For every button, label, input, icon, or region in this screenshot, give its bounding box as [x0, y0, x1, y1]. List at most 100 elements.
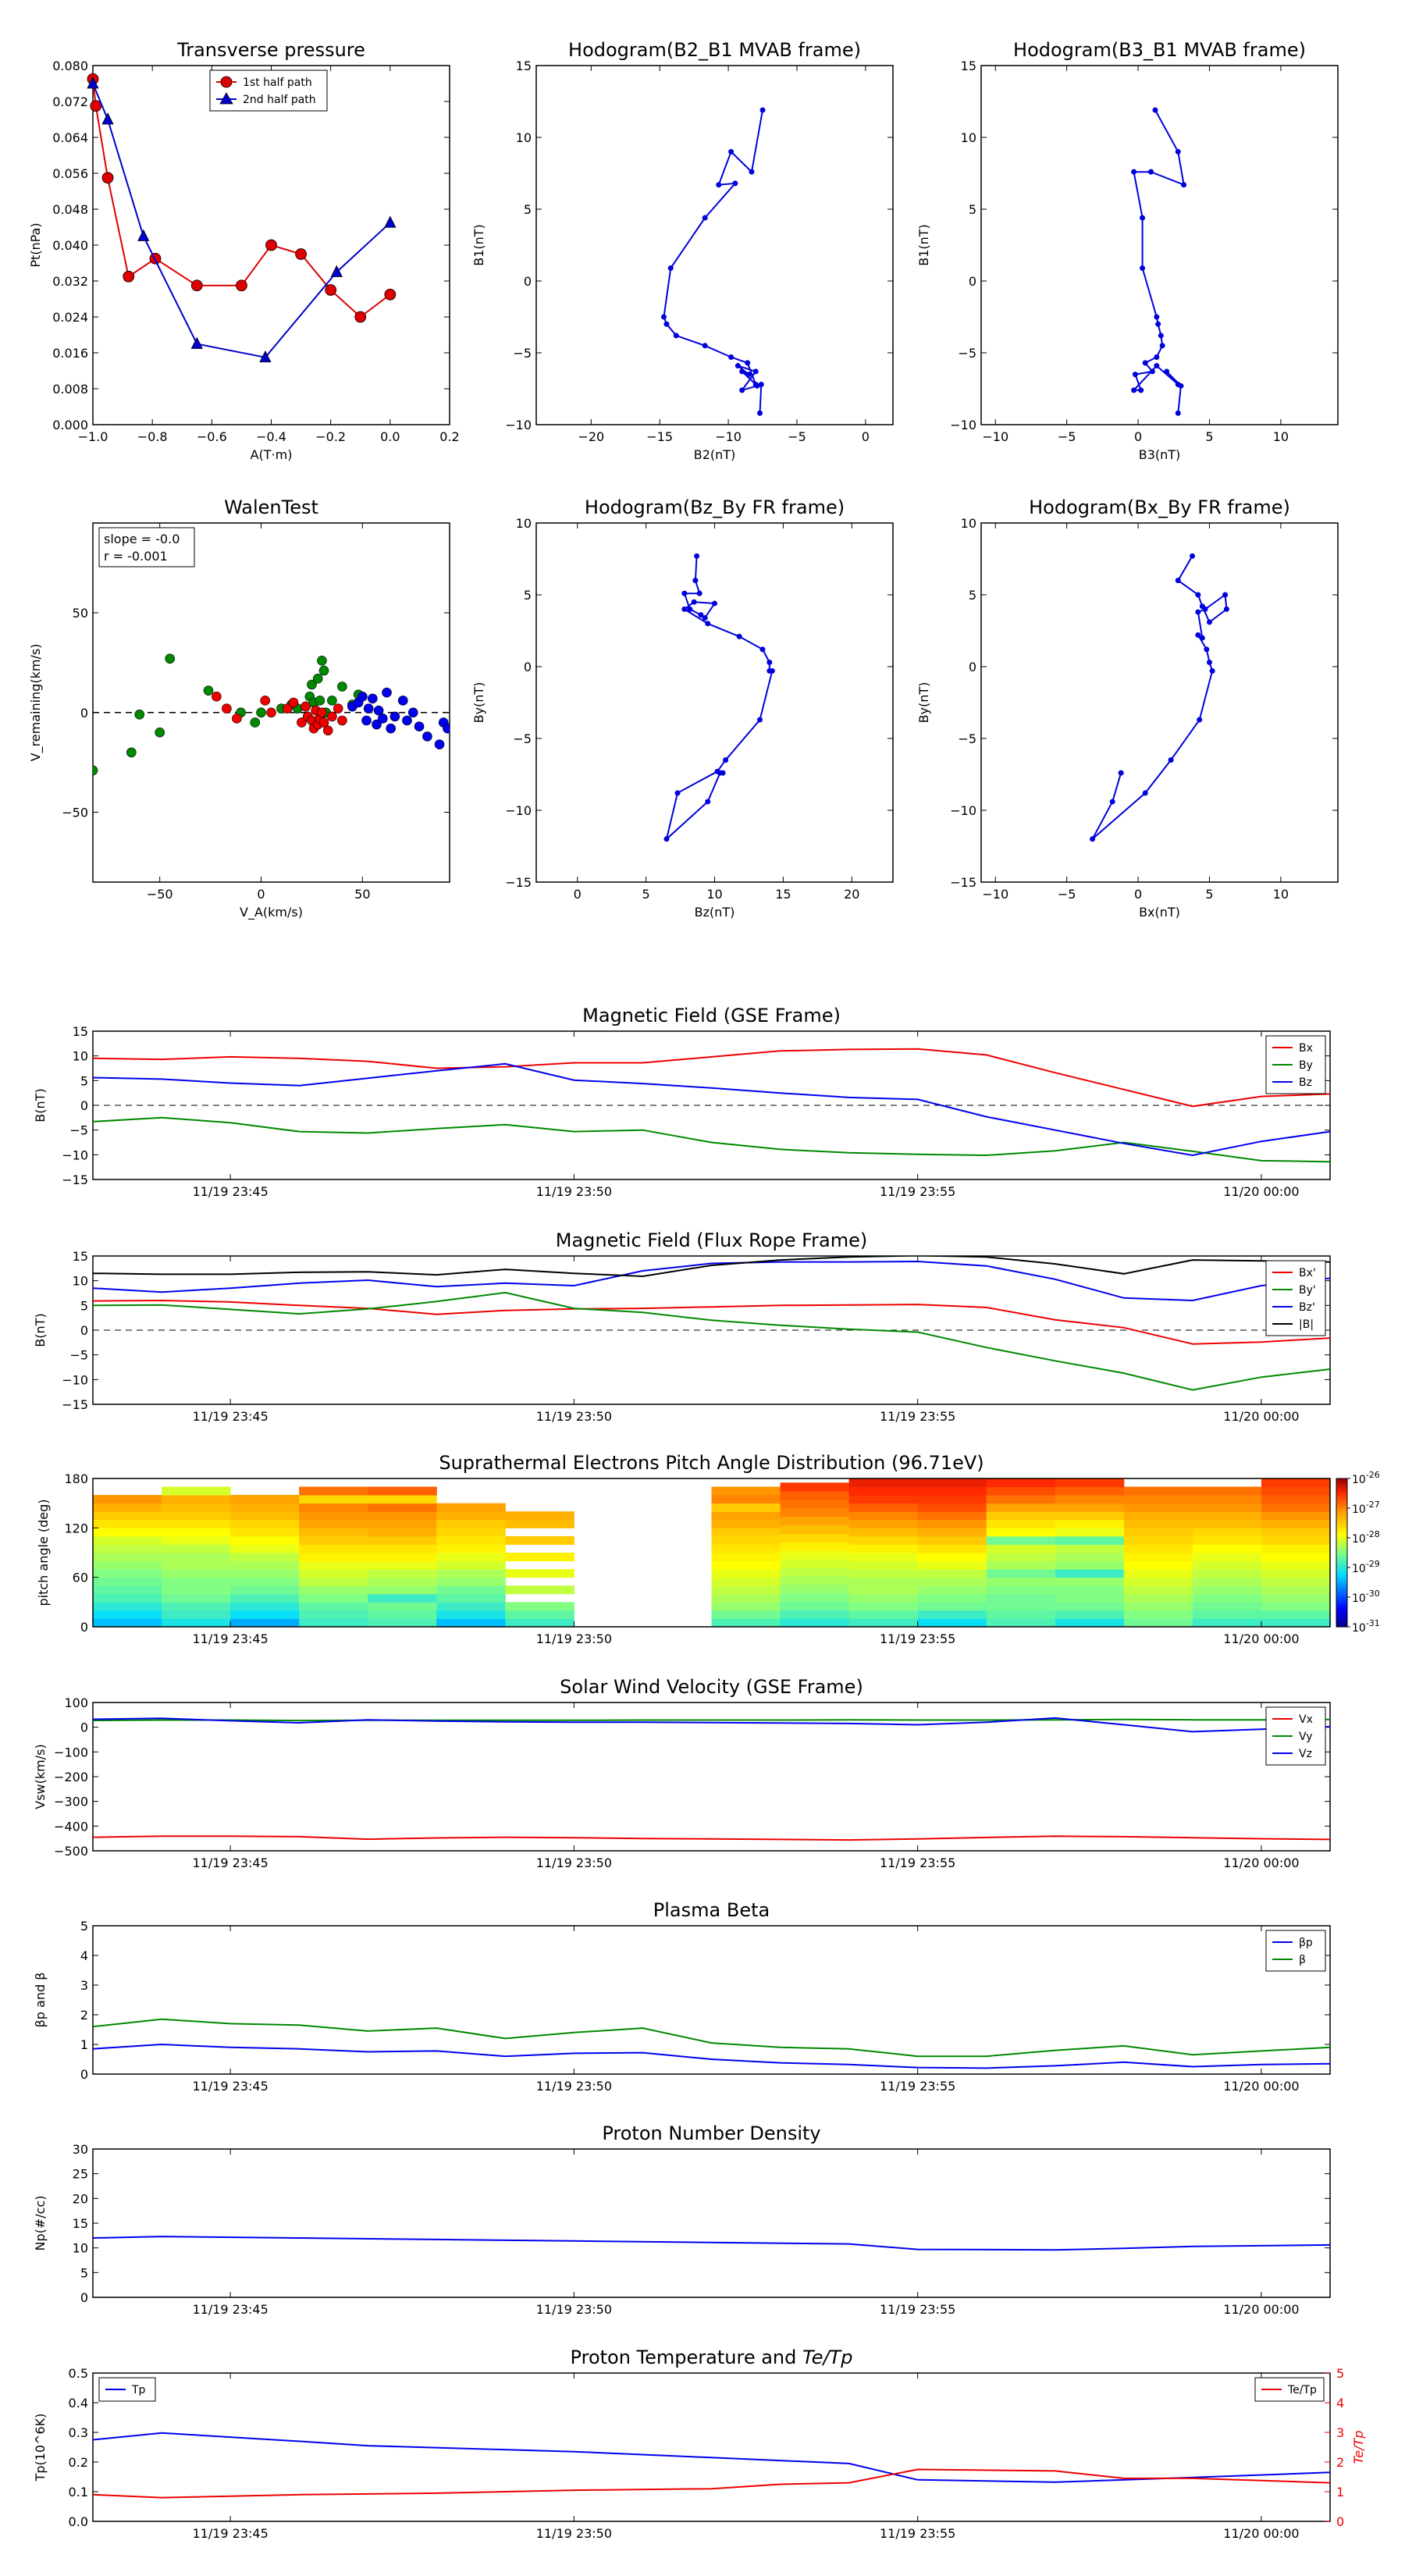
heatmap-cell	[986, 1602, 1056, 1611]
axes-frame	[92, 2148, 1331, 2298]
heatmap-cell	[1055, 1486, 1125, 1496]
heatmap-cell	[917, 1569, 987, 1578]
x-tick-label: 5	[1205, 429, 1213, 444]
heatmap-cell	[1192, 1593, 1262, 1603]
data-point	[1178, 382, 1184, 389]
data-point	[663, 321, 670, 327]
heatmap-cell	[917, 1610, 987, 1619]
heatmap-cell	[436, 1511, 506, 1521]
chart-title: Suprathermal Electrons Pitch Angle Distr…	[439, 1452, 984, 1474]
heatmap-cell	[162, 1569, 231, 1578]
data-point	[288, 697, 299, 708]
y-tick-label: 0	[80, 1720, 88, 1735]
heatmap-cell	[162, 1544, 231, 1553]
x-tick-label: 11/20 00:00	[1223, 2079, 1299, 2094]
series-line-data	[93, 2236, 1330, 2251]
legend-label: Bx'	[1299, 1267, 1316, 1279]
heatmap-cell	[93, 1553, 162, 1562]
heatmap-cell	[780, 1550, 850, 1560]
y-tick-label: 25	[73, 2167, 88, 2182]
heatmap-cell	[299, 1569, 368, 1578]
data-point	[295, 248, 307, 260]
x-axis-label: B3(nT)	[1139, 447, 1181, 462]
data-point	[260, 696, 271, 706]
axes-frame	[92, 2372, 1331, 2522]
chart-title: Hodogram(B2_B1 MVAB frame)	[568, 39, 861, 61]
legend-label: Bz	[1299, 1076, 1312, 1089]
x-axis-label: Bx(nT)	[1139, 905, 1180, 920]
x-axis-label: A(T·m)	[251, 447, 293, 462]
axes-frame	[535, 522, 894, 883]
figure: −1.0 −0.8 −0.6 −0.4 −0.2 0.0 0.20.0000.0080.01…	[28, 39, 1380, 2541]
y-tick-label: 2	[80, 2008, 88, 2023]
data-point	[1154, 363, 1160, 369]
annotation-text: r = -0.001	[104, 549, 168, 564]
axes-frame	[92, 1702, 1331, 1852]
heatmap-cell	[436, 1593, 506, 1603]
data-point	[190, 336, 203, 349]
chart-title: Magnetic Field (Flux Rope Frame)	[556, 1229, 867, 1251]
y-tick-label: 0	[80, 1620, 88, 1635]
data-point	[1118, 770, 1124, 776]
x-tick-label: −5	[1058, 429, 1076, 444]
heatmap-cell	[1261, 1519, 1330, 1528]
data-point	[402, 715, 412, 726]
y-axis-label: pitch angle (deg)	[36, 1499, 51, 1606]
heatmap-cell	[93, 1503, 162, 1512]
y-tick-label: 0.5	[69, 2366, 88, 2381]
data-point	[681, 590, 688, 596]
data-point	[732, 180, 738, 187]
y-tick-label: 0.0	[69, 2514, 88, 2529]
data-point	[1140, 215, 1146, 221]
heatmap-cell	[1261, 1478, 1330, 1488]
legend-label: βp	[1299, 1937, 1313, 1949]
heatmap-cell	[1192, 1618, 1262, 1627]
data-point	[1152, 107, 1158, 113]
heatmap-cell	[711, 1560, 781, 1570]
heatmap-cell	[93, 1519, 162, 1528]
axes-frame	[980, 522, 1339, 883]
heatmap-cell	[1261, 1618, 1330, 1627]
data-point	[137, 229, 150, 241]
x-tick-label: 11/19 23:55	[880, 1856, 955, 1870]
heatmap-cell	[1055, 1569, 1125, 1578]
heatmap-cell	[299, 1528, 368, 1537]
heatmap-cell	[986, 1486, 1056, 1496]
heatmap-cell	[1123, 1486, 1193, 1496]
y-tick-label: −5	[69, 1123, 88, 1138]
heatmap-cell	[93, 1560, 162, 1570]
y-tick-label: 0.024	[52, 310, 88, 325]
heatmap-cell	[1055, 1618, 1125, 1627]
heatmap-cell	[1055, 1478, 1125, 1488]
heatmap-cell	[368, 1560, 437, 1570]
heatmap-cell	[299, 1511, 368, 1521]
y-tick-label: −10	[950, 418, 976, 432]
chart-title: Transverse pressure	[176, 39, 365, 61]
data-point	[1195, 592, 1201, 598]
legend-label: By	[1299, 1059, 1313, 1072]
data-point	[407, 707, 418, 718]
y-tick-label: −15	[62, 1172, 88, 1187]
heatmap-cell	[436, 1535, 506, 1545]
heatmap-cell	[711, 1585, 781, 1595]
data-point	[736, 633, 742, 639]
y2-axis-label: Te/Tp	[1351, 2431, 1366, 2464]
y-tick-label: 15	[73, 1024, 88, 1039]
x-tick-label: 11/19 23:50	[536, 2302, 612, 2317]
data-point	[739, 368, 745, 375]
legend-marker	[220, 76, 233, 88]
legend-label: By'	[1299, 1284, 1316, 1297]
heatmap-cell	[1055, 1593, 1125, 1603]
axes-proton_density: 11/19 23:45 11/19 23:50 11/19 23:55 11/20 0…	[33, 2122, 1331, 2317]
data-point	[745, 372, 752, 378]
y-tick-label: −15	[505, 875, 532, 890]
heatmap-cell	[299, 1577, 368, 1586]
heatmap-cell	[368, 1618, 437, 1627]
data-point	[382, 687, 392, 698]
heatmap-cell	[780, 1618, 850, 1627]
heatmap-cell	[162, 1535, 231, 1545]
heatmap-cell	[299, 1618, 368, 1627]
heatmap-cell	[1192, 1569, 1262, 1578]
data-point	[1175, 148, 1181, 155]
data-point	[397, 696, 408, 706]
